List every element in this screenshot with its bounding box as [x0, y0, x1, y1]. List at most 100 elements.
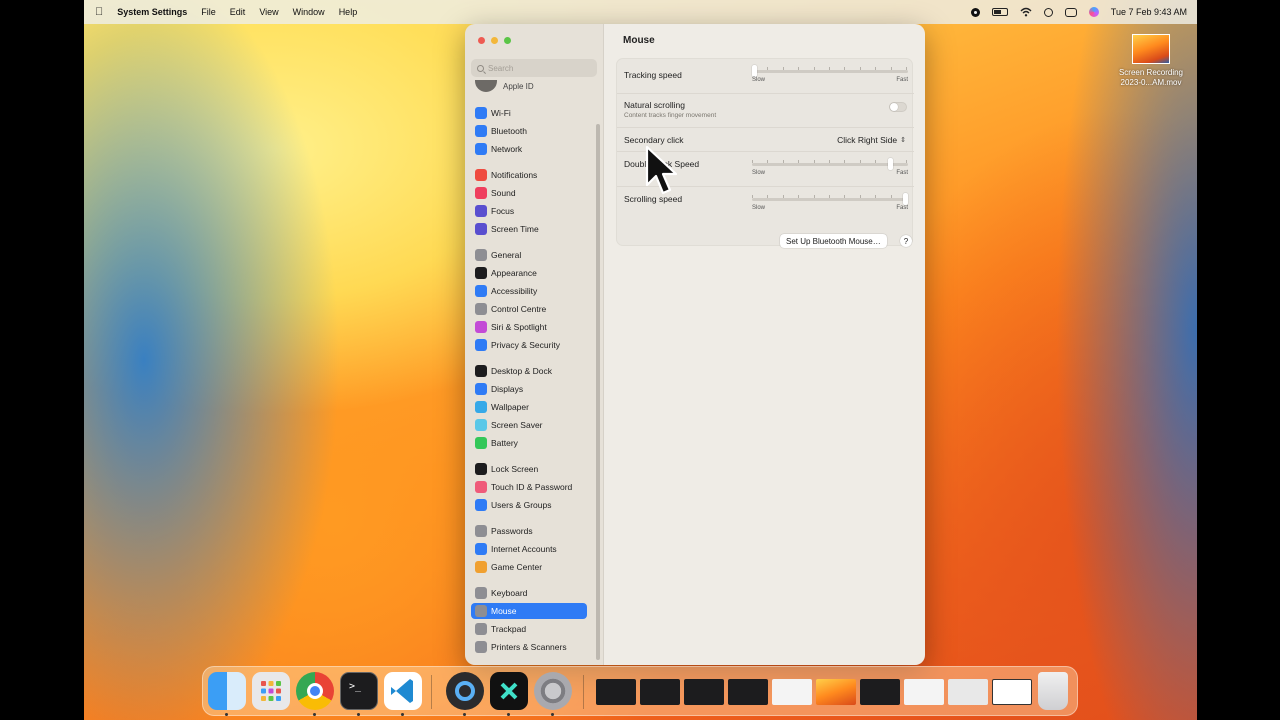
sidebar-item-accessibility[interactable]: Accessibility: [471, 283, 587, 299]
sidebar-item-mouse[interactable]: Mouse: [471, 603, 587, 619]
menu-file[interactable]: File: [201, 7, 216, 17]
sidebar-item-sound[interactable]: Sound: [471, 185, 587, 201]
desktop-file-screen-recording[interactable]: Screen Recording 2023-0...AM.mov: [1113, 34, 1189, 88]
slider-tick: [891, 67, 892, 70]
spotlight-search-icon[interactable]: [1043, 7, 1053, 17]
hand-icon: [475, 339, 487, 351]
minimized-window-vscode[interactable]: [728, 679, 768, 705]
lock-icon: [475, 463, 487, 475]
menu-clock[interactable]: Tue 7 Feb 9:43 AM: [1111, 7, 1187, 17]
speaker-icon: [475, 187, 487, 199]
sidebar-item-general[interactable]: General: [471, 247, 587, 263]
capcut-icon[interactable]: [490, 672, 528, 710]
sidebar-item-passwords[interactable]: Passwords: [471, 523, 587, 539]
video-thumbnail-icon: [1132, 34, 1170, 64]
sidebar-item-label: Lock Screen: [491, 464, 539, 474]
sidebar-search-input[interactable]: Search: [471, 59, 597, 77]
minimize-window-button[interactable]: [491, 37, 498, 44]
accessibility-icon: [475, 285, 487, 297]
siri-icon[interactable]: [1088, 7, 1099, 17]
sidebar-item-focus[interactable]: Focus: [471, 203, 587, 219]
siri-icon: [475, 321, 487, 333]
help-button[interactable]: ?: [900, 235, 912, 247]
minimized-window-vscode[interactable]: [596, 679, 636, 705]
sidebar-item-notifications[interactable]: Notifications: [471, 167, 587, 183]
sidebar-scrollbar[interactable]: [596, 124, 600, 660]
sidebar-item-displays[interactable]: Displays: [471, 381, 587, 397]
sidebar-item-touch-id-password[interactable]: Touch ID & Password: [471, 479, 587, 495]
slider-tick: [752, 160, 753, 163]
launchpad-icon[interactable]: [252, 672, 290, 710]
slider-tick: [767, 195, 768, 198]
quicktime-icon[interactable]: [446, 672, 484, 710]
menu-window[interactable]: Window: [293, 7, 325, 17]
sidebar-item-internet-accounts[interactable]: Internet Accounts: [471, 541, 587, 557]
sidebar-item-game-center[interactable]: Game Center: [471, 559, 587, 575]
sidebar-item-appearance[interactable]: Appearance: [471, 265, 587, 281]
sidebar-item-screen-time[interactable]: Screen Time: [471, 221, 587, 237]
menu-app-name[interactable]: System Settings: [117, 7, 187, 17]
sidebar-item-trackpad[interactable]: Trackpad: [471, 621, 587, 637]
set-up-bluetooth-mouse-button[interactable]: Set Up Bluetooth Mouse…: [780, 234, 887, 248]
dock-separator: [431, 675, 432, 709]
menu-help[interactable]: Help: [339, 7, 358, 17]
trash-icon[interactable]: [1038, 672, 1068, 710]
printer-icon: [475, 641, 487, 653]
slider-knob[interactable]: [888, 158, 893, 170]
slider-tick: [783, 67, 784, 70]
minimized-window-document[interactable]: [992, 679, 1032, 705]
sidebar-item-privacy-security[interactable]: Privacy & Security: [471, 337, 587, 353]
sidebar-item-network[interactable]: Network: [471, 141, 587, 157]
close-window-button[interactable]: [478, 37, 485, 44]
sidebar-item-printers-scanners[interactable]: Printers & Scanners: [471, 639, 587, 655]
menu-edit[interactable]: Edit: [230, 7, 246, 17]
slider-knob[interactable]: [903, 193, 908, 205]
sidebar-item-users-groups[interactable]: Users & Groups: [471, 497, 587, 513]
minimized-window-vscode[interactable]: [640, 679, 680, 705]
sidebar-item-lock-screen[interactable]: Lock Screen: [471, 461, 587, 477]
minimized-window-vscode[interactable]: [684, 679, 724, 705]
terminal-icon[interactable]: >_: [340, 672, 378, 710]
desktop-file-name-line1: Screen Recording: [1118, 68, 1184, 77]
minimized-window-vscode[interactable]: [860, 679, 900, 705]
sidebar-item-label: Passwords: [491, 526, 533, 536]
game-center-icon: [475, 561, 487, 573]
slider-tick: [814, 67, 815, 70]
zoom-window-button[interactable]: [504, 37, 511, 44]
minimized-window-finder[interactable]: [904, 679, 944, 705]
secondary-click-popup[interactable]: Click Right Side ⇕: [837, 135, 906, 145]
sidebar-item-wi-fi[interactable]: Wi-Fi: [471, 105, 587, 121]
slider-tick: [860, 195, 861, 198]
system-settings-icon[interactable]: [534, 672, 572, 710]
control-centre-icon[interactable]: [1064, 7, 1077, 17]
avatar: [475, 80, 497, 92]
appearance-icon: [475, 267, 487, 279]
sidebar-item-siri-spotlight[interactable]: Siri & Spotlight: [471, 319, 587, 335]
slider-tick: [829, 195, 830, 198]
slider-knob[interactable]: [752, 65, 757, 77]
minimized-window-chrome[interactable]: [948, 679, 988, 705]
sidebar-item-label: Sound: [491, 188, 516, 198]
menu-view[interactable]: View: [259, 7, 278, 17]
sidebar-item-battery[interactable]: Battery: [471, 435, 587, 451]
chrome-icon[interactable]: [296, 672, 334, 710]
page-title: Mouse: [623, 35, 655, 46]
sidebar-item-screen-saver[interactable]: Screen Saver: [471, 417, 587, 433]
finder-icon[interactable]: [208, 672, 246, 710]
vscode-icon[interactable]: [384, 672, 422, 710]
sidebar-item-bluetooth[interactable]: Bluetooth: [471, 123, 587, 139]
sidebar-item-apple-id[interactable]: Apple ID: [475, 80, 534, 92]
sidebar-item-wallpaper[interactable]: Wallpaper: [471, 399, 587, 415]
battery-status-icon[interactable]: [991, 8, 1008, 16]
fast-label: Fast: [896, 205, 908, 211]
sidebar-item-keyboard[interactable]: Keyboard: [471, 585, 587, 601]
minimized-window-chrome[interactable]: [772, 679, 812, 705]
natural-scrolling-toggle[interactable]: [889, 102, 907, 112]
wifi-status-icon[interactable]: [1020, 7, 1032, 17]
minimized-window-quicktime[interactable]: [816, 679, 856, 705]
apple-logo-icon[interactable]: : [95, 6, 103, 18]
sidebar-item-desktop-dock[interactable]: Desktop & Dock: [471, 363, 587, 379]
running-indicator: [313, 713, 316, 716]
screen-record-icon[interactable]: [970, 7, 980, 17]
sidebar-item-control-centre[interactable]: Control Centre: [471, 301, 587, 317]
